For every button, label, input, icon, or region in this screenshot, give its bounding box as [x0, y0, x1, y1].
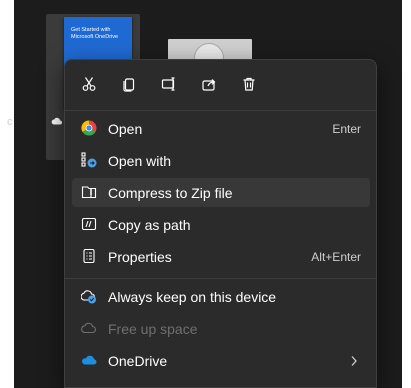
menu-item-label: Open with [108, 153, 172, 169]
context-menu: Open Enter Open with Compress to Zip fil… [64, 59, 377, 388]
copy-button[interactable] [113, 70, 145, 102]
thumbnail-title: Get Started with Microsoft OneDrive [71, 27, 119, 40]
menu-item-label: Copy as path [108, 217, 191, 233]
menu-item-label: Properties [108, 249, 172, 265]
menu-item-open[interactable]: Open Enter [72, 114, 370, 143]
zip-folder-icon [81, 184, 97, 200]
scissors-icon [81, 76, 97, 97]
menu-item-compress-to-zip[interactable]: Compress to Zip file [72, 178, 370, 207]
menu-item-label: Always keep on this device [108, 289, 277, 305]
menu-item-shortcut: Alt+Enter [311, 250, 361, 264]
open-with-icon [81, 152, 97, 168]
cut-off-label: c [7, 116, 13, 128]
properties-icon [81, 248, 97, 264]
menu-separator [65, 278, 376, 279]
menu-item-label: Compress to Zip file [108, 185, 233, 201]
menu-item-label: Open [108, 121, 143, 137]
chevron-right-icon [350, 354, 358, 372]
menu-item-open-with[interactable]: Open with [72, 146, 370, 175]
copy-icon [121, 76, 137, 97]
menu-item-copy-as-path[interactable]: Copy as path [72, 210, 370, 239]
cloud-sync-icon [81, 288, 97, 304]
cloud-outline-icon [81, 320, 97, 336]
delete-button[interactable] [233, 70, 265, 102]
menu-separator [65, 110, 376, 111]
menu-item-onedrive[interactable]: OneDrive [72, 346, 370, 375]
cut-button[interactable] [73, 70, 105, 102]
trash-icon [241, 76, 257, 97]
context-menu-toolbar [65, 68, 376, 104]
onedrive-icon [81, 352, 97, 368]
menu-item-properties[interactable]: Properties Alt+Enter [72, 242, 370, 271]
menu-item-free-up-space: Free up space [72, 314, 370, 343]
menu-item-shortcut: Enter [332, 122, 361, 136]
share-button[interactable] [193, 70, 225, 102]
share-icon [201, 76, 217, 97]
menu-item-label: OneDrive [108, 353, 168, 369]
cloud-status-icon [51, 114, 62, 128]
rename-icon [161, 76, 177, 97]
copy-path-icon [81, 216, 97, 232]
menu-item-always-keep[interactable]: Always keep on this device [72, 282, 370, 311]
chrome-icon [81, 120, 97, 136]
menu-item-label: Free up space [108, 321, 198, 337]
rename-button[interactable] [153, 70, 185, 102]
